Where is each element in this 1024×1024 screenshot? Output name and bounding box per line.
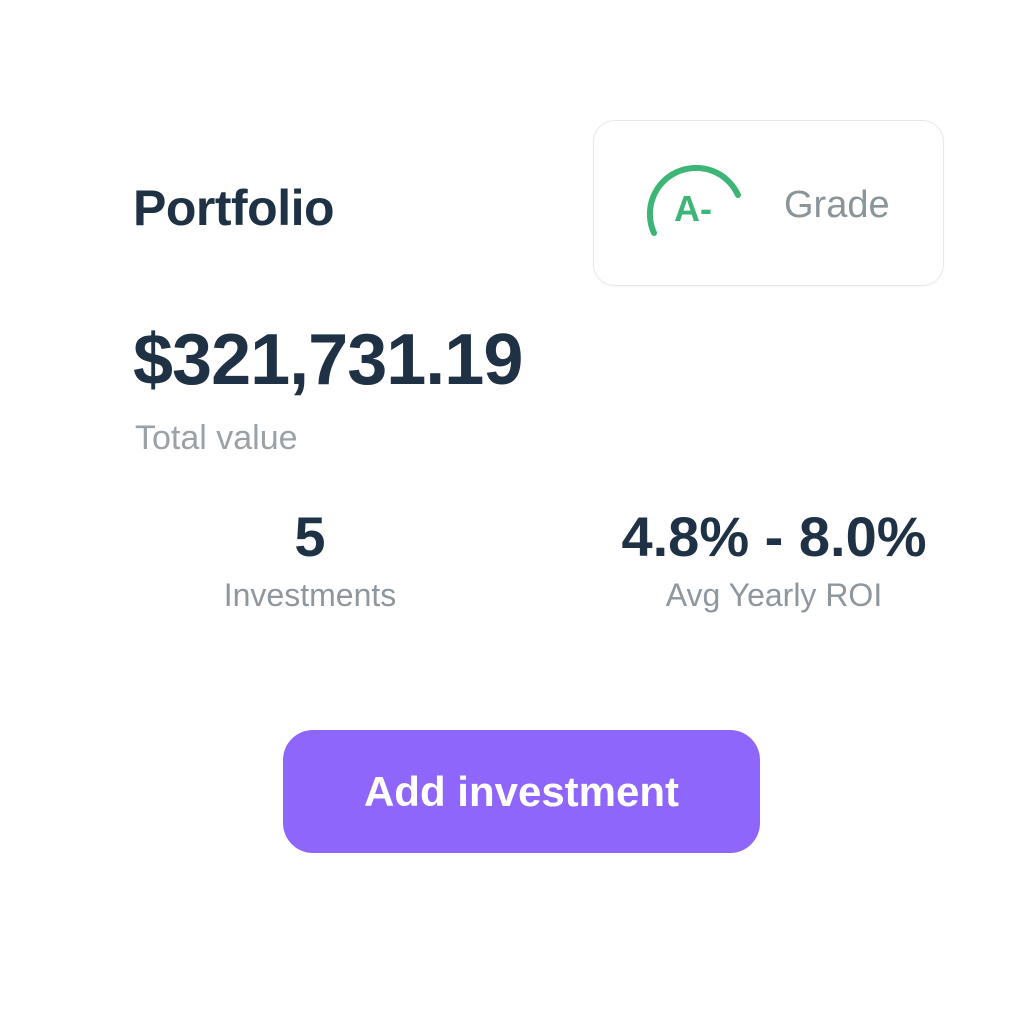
grade-letter: A-: [674, 188, 712, 229]
investments-stat: 5 Investments: [170, 505, 450, 613]
total-value: $321,731.19: [133, 320, 523, 400]
roi-label: Avg Yearly ROI: [665, 577, 883, 613]
add-investment-button[interactable]: Add investment: [283, 730, 760, 853]
page-title: Portfolio: [133, 180, 335, 236]
investments-count: 5: [294, 505, 326, 568]
grade-label: Grade: [784, 184, 890, 226]
roi-range: 4.8% - 8.0%: [621, 505, 927, 568]
grade-card: A- Grade: [593, 120, 944, 286]
portfolio-screen: Portfolio A- Grade $321,731.19 Total val…: [0, 0, 1024, 1024]
roi-stat: 4.8% - 8.0% Avg Yearly ROI: [594, 505, 954, 613]
total-value-label: Total value: [135, 419, 298, 457]
investments-label: Investments: [223, 577, 397, 613]
